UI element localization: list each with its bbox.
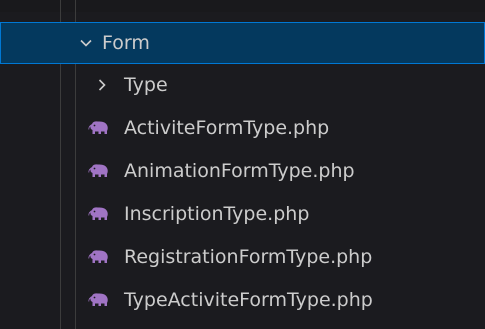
php-elephant-icon bbox=[88, 164, 108, 177]
php-elephant-icon bbox=[88, 207, 108, 220]
chevron-right-icon[interactable] bbox=[94, 77, 110, 93]
tree-file-label: RegistrationFormType.php bbox=[124, 246, 373, 268]
php-elephant-icon bbox=[88, 250, 108, 263]
chevron-down-icon[interactable] bbox=[78, 35, 94, 51]
file-explorer-tree: Form Type ActiviteFormType.php Animation… bbox=[0, 0, 485, 329]
tree-file-label: InscriptionType.php bbox=[124, 203, 310, 225]
tree-folder-form[interactable]: Form bbox=[0, 22, 485, 64]
tree-file-label: AnimationFormType.php bbox=[124, 160, 355, 182]
tree-file-label: TypeActiviteFormType.php bbox=[124, 289, 373, 311]
tree-folder-type[interactable]: Type bbox=[0, 64, 485, 106]
tree-file-item[interactable]: ActiviteFormType.php bbox=[0, 107, 485, 149]
tree-folder-label: Form bbox=[102, 32, 150, 54]
tree-file-item[interactable]: InscriptionType.php bbox=[0, 193, 485, 235]
php-elephant-icon bbox=[88, 121, 108, 134]
tree-folder-label: Type bbox=[124, 74, 168, 96]
tree-file-label: ActiviteFormType.php bbox=[124, 117, 330, 139]
tree-file-item[interactable]: TypeActiviteFormType.php bbox=[0, 279, 485, 321]
top-strip bbox=[0, 0, 485, 12]
tree-file-item[interactable]: RegistrationFormType.php bbox=[0, 236, 485, 278]
tree-file-item[interactable]: AnimationFormType.php bbox=[0, 150, 485, 192]
php-elephant-icon bbox=[88, 293, 108, 306]
